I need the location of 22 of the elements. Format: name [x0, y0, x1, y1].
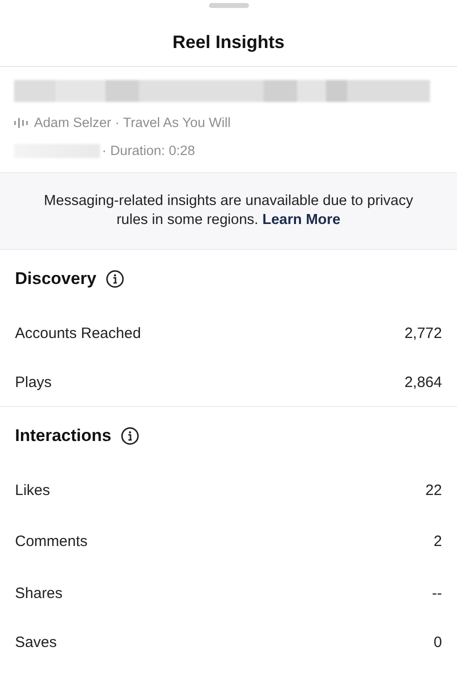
info-icon[interactable] [121, 426, 140, 444]
sheet-title: Reel Insights [171, 31, 286, 54]
metric-label: Shares [15, 584, 63, 602]
metric-label: Plays [15, 374, 52, 391]
metric-value: 2,864 [404, 374, 442, 391]
section-title: Interactions [15, 426, 112, 446]
learn-more-link[interactable]: Learn More [262, 212, 341, 228]
section-title: Discovery [15, 269, 96, 289]
metric-value: -- [432, 584, 442, 602]
metric-value: 2 [434, 533, 442, 550]
privacy-notice-text: Messaging-related insights are unavailable due to privacy rules in some regions. Learn More [42, 192, 414, 230]
metric-value: 22 [425, 482, 442, 499]
metric-value: 0 [434, 634, 442, 650]
metric-label: Comments [15, 533, 88, 550]
info-icon[interactable] [106, 270, 124, 288]
metric-label: Likes [15, 482, 50, 499]
metric-label: Accounts Reached [15, 325, 141, 342]
audio-icon [14, 116, 28, 128]
drag-handle[interactable] [208, 3, 248, 8]
metric-label: Saves [15, 634, 57, 650]
metric-value: 2,772 [404, 325, 442, 342]
duration-text: · Duration: 0:28 [102, 143, 196, 158]
